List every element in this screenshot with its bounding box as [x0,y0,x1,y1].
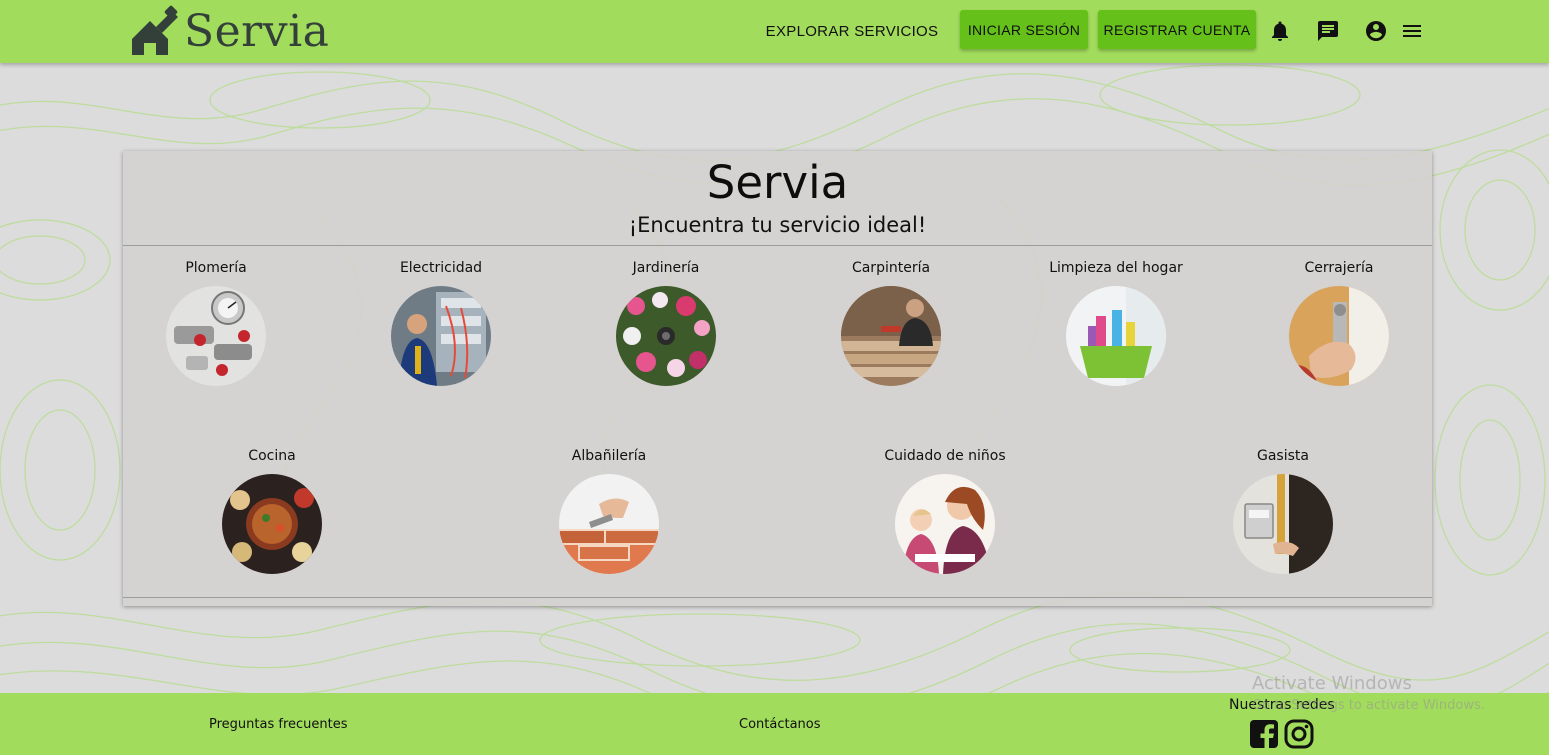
gardening-image[interactable] [616,286,716,386]
brand-logo[interactable]: Servia [128,4,329,58]
carpentry-image[interactable] [841,286,941,386]
watermark-title: Activate Windows [1252,673,1412,694]
service-label: Cuidado de niños [884,448,1006,464]
login-button[interactable]: INICIAR SESIÓN [960,10,1088,49]
service-label: Carpintería [851,260,931,276]
register-button[interactable]: REGISTRAR CUENTA [1098,10,1256,49]
account-circle-icon[interactable] [1364,19,1388,43]
brand-name: Servia [184,5,330,57]
key-house-logo-icon [132,5,178,55]
instagram-icon[interactable] [1284,719,1314,749]
hero-title: Servia [706,156,849,209]
hero-subtitle: ¡Encuentra tu servicio ideal! [628,213,927,237]
chat-icon[interactable] [1316,19,1340,43]
service-label: Electricidad [399,260,483,276]
masonry-image[interactable] [559,474,659,574]
watermark-subtitle: Go to Settings to activate Windows. [1252,698,1485,713]
locksmith-image[interactable] [1289,286,1389,386]
service-label: Albañilería [571,448,647,464]
divider [123,597,1432,598]
plumbing-image[interactable] [166,286,266,386]
services-card: Servia ¡Encuentra tu servicio ideal! Plo… [123,151,1432,606]
contact-link[interactable]: Contáctanos [739,717,821,732]
service-label: Plomería [185,260,247,276]
service-label: Limpieza del hogar [1049,260,1183,276]
facebook-icon[interactable] [1249,719,1279,749]
faq-link[interactable]: Preguntas frecuentes [209,717,348,732]
service-label: Jardinería [632,260,700,276]
electrician-image[interactable] [391,286,491,386]
windows-activation-watermark: Activate Windows Go to Settings to activ… [1252,673,1485,715]
top-navigation-bar: Servia EXPLORAR SERVICIOS INICIAR SESIÓN… [0,0,1549,63]
childcare-image[interactable] [895,474,995,574]
gas-fitter-image[interactable] [1233,474,1333,574]
service-label: Gasista [1257,448,1309,464]
cleaning-image[interactable] [1066,286,1166,386]
explore-services-link[interactable]: EXPLORAR SERVICIOS [762,20,942,44]
service-label: Cerrajería [1304,260,1374,276]
divider [123,245,1432,246]
menu-icon[interactable] [1400,19,1424,43]
cooking-image[interactable] [222,474,322,574]
service-label: Cocina [248,448,296,464]
bell-icon[interactable] [1268,19,1292,43]
